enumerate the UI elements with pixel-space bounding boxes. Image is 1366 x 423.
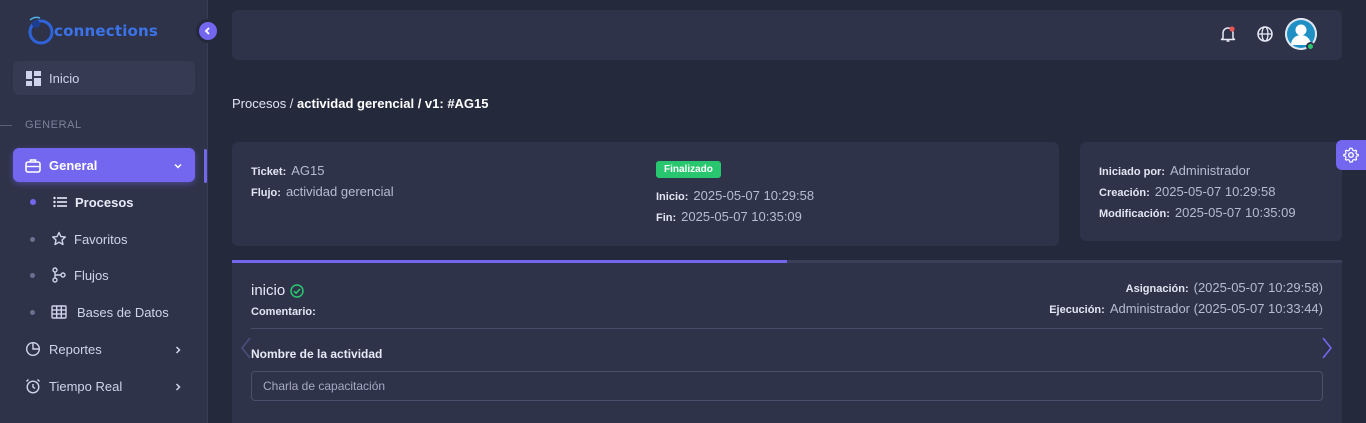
flujo-row: Flujo: actividad gerencial <box>251 184 394 199</box>
section-label: GENERAL <box>25 119 82 131</box>
fin-key: Fin: <box>656 212 677 224</box>
gear-icon <box>1343 147 1359 163</box>
topbar <box>232 10 1342 60</box>
online-status-dot <box>1306 42 1315 51</box>
sidebar-item-label: Reportes <box>49 341 102 357</box>
modificacion-key: Modificación: <box>1099 208 1170 220</box>
breadcrumb-current: actividad gerencial / v1: #AG15 <box>297 96 489 111</box>
ejecucion-row: Ejecución: Administrador (2025-05-07 10:3… <box>1049 301 1323 316</box>
customizer-settings-button[interactable] <box>1336 140 1366 170</box>
chevron-down-icon <box>173 159 183 174</box>
check-circle-icon <box>290 283 304 298</box>
active-dot <box>30 199 36 205</box>
creacion-row: Creación: 2025-05-07 10:29:58 <box>1099 184 1275 199</box>
comentario-row: Comentario: <box>251 303 321 318</box>
sidebar-item-label: Inicio <box>49 70 80 86</box>
creacion-key: Creación: <box>1099 187 1150 199</box>
star-icon <box>51 231 67 247</box>
logo-text: connections <box>54 22 159 40</box>
sidebar-item-bases-de-datos[interactable]: Bases de Datos <box>30 300 169 324</box>
status-badge: Finalizado <box>656 161 721 178</box>
sidebar-item-procesos[interactable]: Procesos <box>30 190 134 214</box>
app-logo[interactable]: connections <box>26 16 158 46</box>
fin-value: 2025-05-07 10:35:09 <box>681 209 802 224</box>
sidebar-group-label: General <box>49 157 98 173</box>
briefcase-icon <box>25 157 41 173</box>
activity-name-input[interactable] <box>251 371 1323 401</box>
ticket-key: Ticket: <box>251 166 287 178</box>
activity-progress-fill <box>232 260 787 263</box>
ticket-value: AG15 <box>291 163 325 178</box>
asignacion-row: Asignación: (2025-05-07 10:29:58) <box>1126 280 1323 295</box>
modificacion-row: Modificación: 2025-05-07 10:35:09 <box>1099 205 1296 220</box>
iniciado-row: Iniciado por: Administrador <box>1099 163 1250 178</box>
chevron-right-icon <box>173 343 183 358</box>
next-arrow-icon[interactable] <box>1319 335 1335 361</box>
sidebar-item-label: Flujos <box>74 267 109 283</box>
notification-bell-icon[interactable] <box>1218 24 1238 44</box>
ejecucion-value: Administrador (2025-05-07 10:33:44) <box>1109 301 1323 316</box>
sidebar-item-label: Tiempo Real <box>49 378 123 394</box>
inicio-row: Inicio: 2025-05-07 10:29:58 <box>656 188 814 203</box>
ticket-info-card: Ticket: AG15 Flujo: actividad gerencial Fi… <box>232 142 1059 246</box>
inicio-value: 2025-05-07 10:29:58 <box>693 188 815 203</box>
inicio-key: Inicio: <box>656 191 689 203</box>
process-meta-card: Iniciado por: Administrador Creación: 2025… <box>1080 142 1342 241</box>
bullet-dot <box>30 272 35 278</box>
pie-chart-icon <box>25 341 41 357</box>
bullet-dot <box>30 309 35 315</box>
iniciado-key: Iniciado por: <box>1099 166 1165 178</box>
asignacion-value: (2025-05-07 10:29:58) <box>1193 280 1323 295</box>
asignacion-key: Asignación: <box>1125 283 1189 295</box>
sidebar-item-label: Favoritos <box>74 231 128 247</box>
sidebar-item-flujos[interactable]: Flujos <box>30 263 109 287</box>
modificacion-value: 2025-05-07 10:35:09 <box>1174 205 1296 220</box>
ejecucion-key: Ejecución: <box>1049 304 1105 316</box>
chevron-left-icon <box>203 26 213 36</box>
section-divider <box>0 124 12 126</box>
breadcrumb: Procesos / actividad gerencial / v1: #AG… <box>232 96 489 111</box>
activity-title-text: inicio <box>251 282 286 299</box>
list-icon <box>52 194 68 210</box>
activity-title: inicio <box>251 282 304 299</box>
sidebar-collapse-button[interactable] <box>199 22 217 40</box>
dashboard-icon <box>25 70 41 86</box>
table-icon <box>51 304 67 320</box>
creacion-value: 2025-05-07 10:29:58 <box>1154 184 1276 199</box>
language-globe-icon[interactable] <box>1255 24 1275 44</box>
sidebar-item-favoritos[interactable]: Favoritos <box>30 227 127 251</box>
activity-name-label: Nombre de la actividad <box>251 347 383 361</box>
active-indicator <box>204 149 207 183</box>
section-header-general: GENERAL <box>0 119 82 131</box>
activity-card: inicio Comentario: Asignación: (2025-05-0… <box>232 260 1342 423</box>
chevron-right-icon <box>173 380 183 395</box>
sidebar-item-inicio[interactable]: Inicio <box>13 61 195 95</box>
activity-progress-track <box>232 260 1342 263</box>
fin-row: Fin: 2025-05-07 10:35:09 <box>656 209 802 224</box>
sidebar: connections Inicio GENERAL General Proce… <box>0 0 208 423</box>
sidebar-item-reportes[interactable]: Reportes <box>13 334 195 364</box>
flujo-key: Flujo: <box>251 187 281 199</box>
sidebar-item-label: Bases de Datos <box>77 304 169 320</box>
flujo-value: actividad gerencial <box>285 184 394 199</box>
bullet-dot <box>30 236 35 242</box>
ticket-row: Ticket: AG15 <box>251 163 325 178</box>
alarm-clock-icon <box>25 378 41 394</box>
logo-mark-icon <box>26 16 56 46</box>
iniciado-value: Administrador <box>1170 163 1251 178</box>
sidebar-item-label: Procesos <box>75 194 134 210</box>
sidebar-item-tiempo-real[interactable]: Tiempo Real <box>13 371 195 401</box>
breadcrumb-root[interactable]: Procesos / <box>232 96 297 111</box>
comentario-key: Comentario: <box>251 306 316 318</box>
activity-divider <box>251 328 1323 329</box>
sidebar-group-general[interactable]: General <box>13 148 195 182</box>
flow-icon <box>51 267 67 283</box>
